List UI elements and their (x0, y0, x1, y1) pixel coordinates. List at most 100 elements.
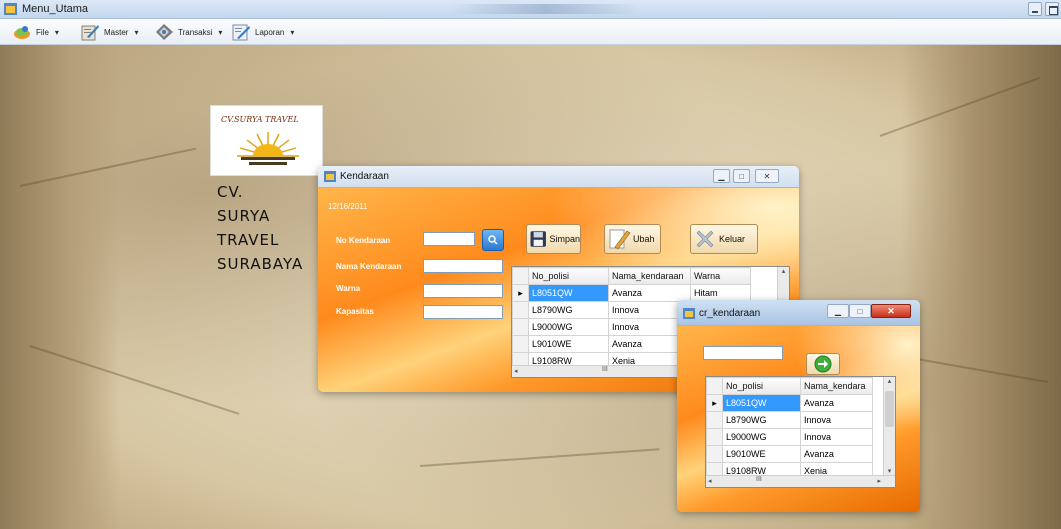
table-cell[interactable]: Avanza (608, 284, 691, 302)
laporan-icon (232, 24, 250, 41)
close-button[interactable]: ✕ (755, 169, 779, 183)
chevron-down-icon: ▾ (54, 27, 59, 37)
kapasitas-input[interactable] (423, 305, 503, 319)
table-cell[interactable]: L9010WE (528, 335, 609, 353)
app-icon (4, 3, 17, 15)
maximize-button[interactable]: □ (849, 304, 871, 318)
scroll-thumb[interactable] (885, 391, 894, 427)
main-titlebar[interactable]: Menu_Utama (0, 0, 1061, 19)
company-logo: CV.SURYA TRAVEL (210, 105, 323, 176)
kapasitas-label: Kapasitas (336, 307, 374, 316)
column-header[interactable]: Warna (690, 267, 751, 285)
logo-text: CV.SURYA TRAVEL (221, 115, 299, 124)
close-x-icon (696, 230, 714, 248)
close-button[interactable]: ✕ (871, 304, 911, 318)
table-row[interactable]: L9010WE Avanza (706, 445, 873, 463)
scroll-thumb[interactable]: III (602, 366, 608, 373)
menu-laporan[interactable]: Laporan ▾ (232, 22, 294, 42)
main-window-title: Menu_Utama (22, 3, 89, 15)
scroll-right-arrow-icon[interactable]: ▸ (877, 477, 881, 485)
table-cell[interactable]: L8051QW (722, 394, 801, 412)
map-road-line (419, 448, 660, 467)
scroll-thumb[interactable]: III (756, 476, 762, 483)
current-row-indicator: ▸ (512, 284, 529, 302)
save-disk-icon (530, 231, 546, 247)
cr-kendaraan-titlebar[interactable]: cr_kendaraan ▁ □ ✕ (677, 300, 920, 326)
edit-pencil-icon (609, 229, 631, 250)
title-blur (450, 4, 640, 14)
search-icon (488, 235, 498, 245)
nama-kendaraan-label: Nama Kendaraan (336, 262, 402, 271)
company-name-line: SURYA (217, 207, 271, 225)
minimize-button[interactable]: ▁ (827, 304, 849, 318)
table-cell[interactable]: L8790WG (528, 301, 609, 319)
scroll-up-arrow-icon[interactable]: ▴ (884, 377, 895, 385)
date-label: 12/16/2011 (328, 202, 368, 211)
table-cell[interactable]: Innova (800, 411, 873, 429)
nama-kendaraan-input[interactable] (423, 259, 503, 273)
warna-input[interactable] (423, 284, 503, 298)
menu-file-label: File (36, 27, 49, 37)
column-header[interactable]: Nama_kendaraan (608, 267, 691, 285)
transaksi-icon (156, 24, 173, 40)
cr-kendaraan-grid[interactable]: No_polisi Nama_kendara ▸ L8051QW Avanza … (705, 376, 896, 488)
row-header[interactable] (706, 428, 723, 446)
search-input[interactable] (703, 346, 783, 360)
column-header[interactable]: No_polisi (722, 377, 801, 395)
table-row[interactable]: L8790WG Innova (706, 411, 873, 429)
ubah-button[interactable]: Ubah (604, 224, 661, 254)
menu-master[interactable]: Master ▾ (81, 22, 138, 42)
row-header[interactable] (706, 445, 723, 463)
sun-logo-icon (237, 132, 299, 165)
row-header-corner (512, 267, 529, 285)
scroll-up-arrow-icon[interactable]: ▴ (778, 267, 789, 275)
table-cell[interactable]: Avanza (800, 394, 873, 412)
scroll-left-arrow-icon[interactable]: ◂ (708, 477, 712, 485)
row-header-corner (706, 377, 723, 395)
table-cell[interactable]: L8051QW (528, 284, 609, 302)
column-header[interactable]: Nama_kendara (800, 377, 873, 395)
table-cell[interactable]: Avanza (800, 445, 873, 463)
table-cell[interactable]: L9010WE (722, 445, 801, 463)
table-row[interactable]: ▸ L8051QW Avanza (706, 394, 873, 412)
table-row[interactable]: ▸ L8051QW Avanza Hitam (512, 284, 751, 302)
horizontal-scrollbar[interactable]: ◂ III ▸ (706, 475, 895, 487)
table-row[interactable]: L9000WG Innova (706, 428, 873, 446)
row-header[interactable] (512, 301, 529, 319)
column-header[interactable]: No_polisi (528, 267, 609, 285)
keluar-button[interactable]: Keluar (690, 224, 758, 254)
row-header[interactable] (512, 335, 529, 353)
scroll-left-arrow-icon[interactable]: ◂ (514, 367, 518, 375)
master-icon (81, 25, 99, 41)
scroll-down-arrow-icon[interactable]: ▾ (884, 467, 895, 475)
go-button[interactable] (806, 353, 840, 375)
kendaraan-title: Kendaraan (340, 171, 389, 182)
window-icon (683, 308, 695, 319)
simpan-button[interactable]: Simpan (526, 224, 581, 254)
no-kendaraan-label: No Kendaraan (336, 236, 391, 245)
row-header[interactable] (512, 318, 529, 336)
search-button[interactable] (482, 229, 504, 251)
company-name-line: CV. (217, 183, 244, 201)
table-cell[interactable]: L9000WG (528, 318, 609, 336)
kendaraan-titlebar[interactable]: Kendaraan ▁ □ ✕ (318, 166, 799, 188)
vertical-scrollbar[interactable]: ▴ ▾ (883, 377, 895, 475)
chevron-down-icon: ▾ (290, 27, 295, 37)
table-cell[interactable]: L8790WG (722, 411, 801, 429)
table-cell[interactable]: Hitam (690, 284, 751, 302)
maximize-button[interactable]: □ (733, 169, 750, 183)
current-row-indicator: ▸ (706, 394, 723, 412)
maximize-button[interactable] (1045, 2, 1059, 16)
company-name-line: SURABAYA (217, 255, 304, 273)
cr-kendaraan-window: cr_kendaraan ▁ □ ✕ No_polisi Nama_kendar… (677, 300, 920, 512)
menu-file[interactable]: File ▾ (13, 22, 59, 42)
row-header[interactable] (706, 411, 723, 429)
minimize-button[interactable] (1028, 2, 1042, 16)
menu-master-label: Master (104, 27, 129, 37)
table-cell[interactable]: L9000WG (722, 428, 801, 446)
minimize-button[interactable]: ▁ (713, 169, 730, 183)
window-icon (324, 171, 336, 182)
no-kendaraan-input[interactable] (423, 232, 475, 246)
table-cell[interactable]: Innova (800, 428, 873, 446)
menu-transaksi[interactable]: Transaksi ▾ (155, 22, 222, 42)
